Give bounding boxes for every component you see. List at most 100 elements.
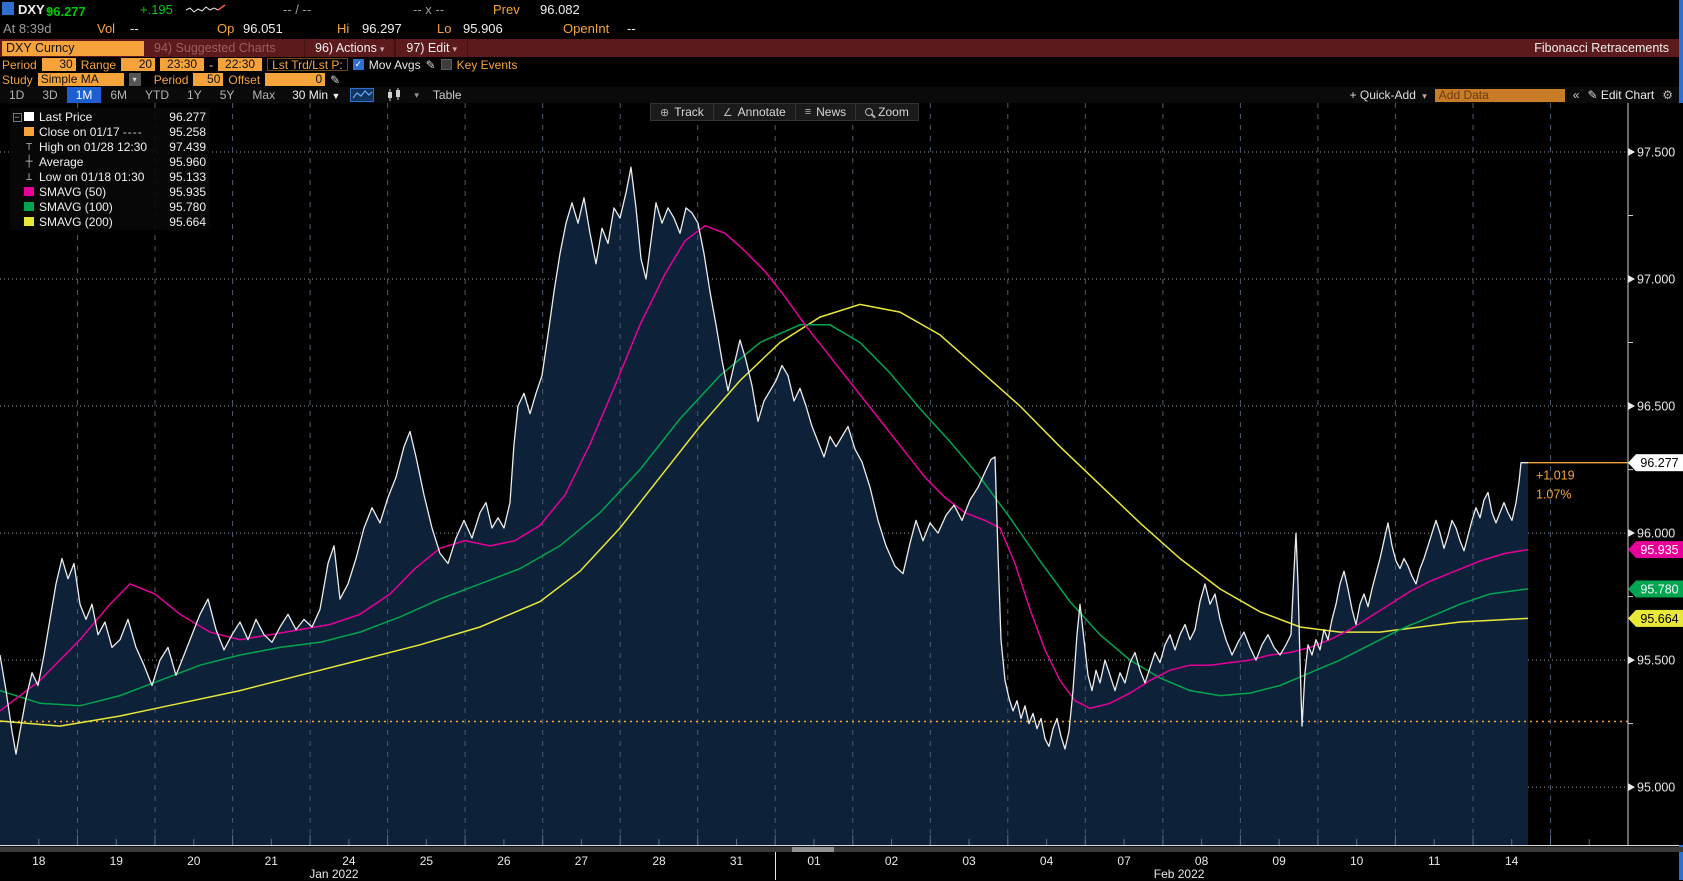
security-input[interactable]: DXY Curncy [2,40,144,56]
x-tick-label: 03 [962,854,976,868]
track-icon: ⊕ [660,106,670,119]
high-value: 96.297 [362,21,402,36]
price-badge-96-277: 96.277 [1628,454,1683,472]
legend-value: 96.277 [169,109,206,124]
annotate-button[interactable]: ∠ Annotate [713,103,796,121]
chart-type-caret-icon[interactable]: ▾ [414,90,419,101]
x-axis-labels: 18 19 20 21 24 25 26 27 28 31 01 02 03 04 07 08 09 10 11 14… [0,852,1679,881]
tab-range-1m[interactable]: 1M [66,87,102,103]
as-of-time: At 8:39d [3,21,52,36]
y-tick-label: 95.000 [1637,781,1675,795]
add-data-input[interactable]: Add Data [1434,88,1565,102]
tab-range-max[interactable]: Max [243,87,284,103]
offset-input[interactable]: 0 [265,73,326,86]
collapse-panel-icon[interactable]: « [1573,88,1580,102]
pencil-icon: ✎ [1587,88,1598,102]
svg-text:96.277: 96.277 [1640,456,1678,470]
legend-value: 95.780 [169,199,206,214]
chart-legend: − Last Price 96.277 Close on 01/17 ---- 95.25… [10,108,210,230]
legend-value: 95.960 [169,154,206,169]
edit-study-pencil-icon[interactable]: ✎ [330,73,340,87]
command-bar: DXY Curncy 94) Suggested Charts 96) Acti… [0,39,1679,57]
chart-area[interactable]: +1.019 1.07% 97.500 97.000 96.500 96.000 95.50… [0,103,1683,845]
legend-row-last-price[interactable]: − Last Price 96.277 [10,109,210,124]
mov-avgs-checkbox[interactable]: ✓ [352,59,364,70]
candle-chart-type-button[interactable] [384,88,404,102]
edit-chart-button[interactable]: ✎ Edit Chart [1587,88,1654,102]
table-button[interactable]: Table [433,88,462,102]
low-marker-icon: ⊥ [25,170,33,183]
bloomberg-chart-window: DXY ↑ 96.277 +.195 -- / -- -- x -- Prev 9… [0,0,1683,881]
news-button[interactable]: ≡ News [795,103,857,121]
edit-mov-avgs-pencil-icon[interactable]: ✎ [426,58,436,72]
gear-icon[interactable]: ⚙ [1662,88,1673,102]
x-tick-label: 14 [1505,854,1519,868]
time-from-input[interactable]: 23:30 [160,58,205,71]
ticker: DXY [18,2,45,17]
edit-menu[interactable]: 97) Edit ▾ [395,39,468,57]
tab-range-ytd[interactable]: YTD [136,87,178,103]
x-tick-label: 21 [264,854,278,868]
time-to-input[interactable]: 22:30 [218,58,263,71]
x-tick-label: 24 [342,854,356,868]
annotate-label: Annotate [737,105,786,119]
track-label: Track [674,105,704,119]
tab-range-3d[interactable]: 3D [33,87,66,103]
percent-annotation: 1.07% [1536,488,1571,502]
legend-value: 95.258 [169,124,206,139]
app-icon [2,2,14,15]
low-value: 95.906 [463,21,503,36]
study-dropdown-caret-icon[interactable]: ▾ [128,73,141,86]
price-badge-95-664: 95.664 [1628,609,1683,627]
prev-value: 96.082 [540,2,580,17]
tab-range-1y[interactable]: 1Y [178,87,211,103]
interval-dropdown[interactable]: 30 Min ▼ [292,88,340,102]
tree-collapse-icon: − [12,111,22,122]
legend-label: SMAVG (100) [39,199,113,214]
track-button[interactable]: ⊕ Track [650,103,714,121]
annotate-icon: ∠ [722,106,733,119]
tab-range-5y[interactable]: 5Y [211,87,244,103]
quick-add-button[interactable]: + Quick-Add ▾ [1350,88,1427,102]
price-area-fill [0,167,1528,845]
svg-text:95.780: 95.780 [1640,582,1678,596]
openint-label: OpenInt [563,21,610,36]
legend-label: Low on 01/18 01:30 [39,169,145,184]
open-label: Op [217,21,235,36]
y-tick-arrow [1628,656,1635,665]
zoom-button[interactable]: Zoom [856,103,919,121]
suggested-charts-menu[interactable]: 94) Suggested Charts [154,41,304,55]
legend-label: SMAVG (200) [39,214,113,229]
actions-menu[interactable]: 96) Actions ▾ [304,39,396,57]
y-tick-label: 96.000 [1637,527,1675,541]
dashed-line-sample: ---- [122,124,143,139]
month-label: Jan 2022 [309,867,359,881]
caret-down-icon: ▼ [331,91,341,101]
intraday-sparkline [185,4,226,13]
key-events-checkbox[interactable] [440,59,452,70]
y-tick-label: 97.000 [1637,273,1675,287]
study-period-input[interactable]: 50 [193,73,224,86]
price-source-dropdown[interactable]: Lst Trd/Lst P: [267,58,348,71]
chart-scrollbar [0,845,1683,852]
legend-row-smavg-50-[interactable]: SMAVG (50) 95.935 [10,184,210,199]
legend-row-smavg-200-[interactable]: SMAVG (200) 95.664 [10,214,210,229]
legend-row-average[interactable]: ┼ Average 95.960 [10,154,210,169]
x-tick-label: 11 [1427,854,1441,868]
legend-row-high-on-01-28-12-30[interactable]: ⊤ High on 01/28 12:30 97.439 [10,139,210,154]
tab-range-6m[interactable]: 6M [101,87,136,103]
caret-down-icon: ▾ [379,44,385,54]
period-input[interactable]: 30 [41,58,76,71]
study-dropdown[interactable]: Simple MA [37,73,124,86]
tab-range-1d[interactable]: 1D [0,87,33,103]
legend-row-close-on-01-17[interactable]: Close on 01/17 ---- 95.258 [10,124,210,139]
range-input[interactable]: 20 [121,58,156,71]
parameter-row: Period 30 Range 20 23:30 - 22:30 Lst Trd… [0,57,1679,72]
vol-label: Vol [97,21,116,36]
legend-row-smavg-100-[interactable]: SMAVG (100) 95.780 [10,199,210,214]
series-swatch [24,202,34,211]
line-chart-type-button[interactable] [350,88,375,102]
legend-row-low-on-01-18-01-30[interactable]: ⊥ Low on 01/18 01:30 95.133 [10,169,210,184]
price-badge-95-935: 95.935 [1628,541,1683,559]
x-tick-label: 26 [497,854,511,868]
